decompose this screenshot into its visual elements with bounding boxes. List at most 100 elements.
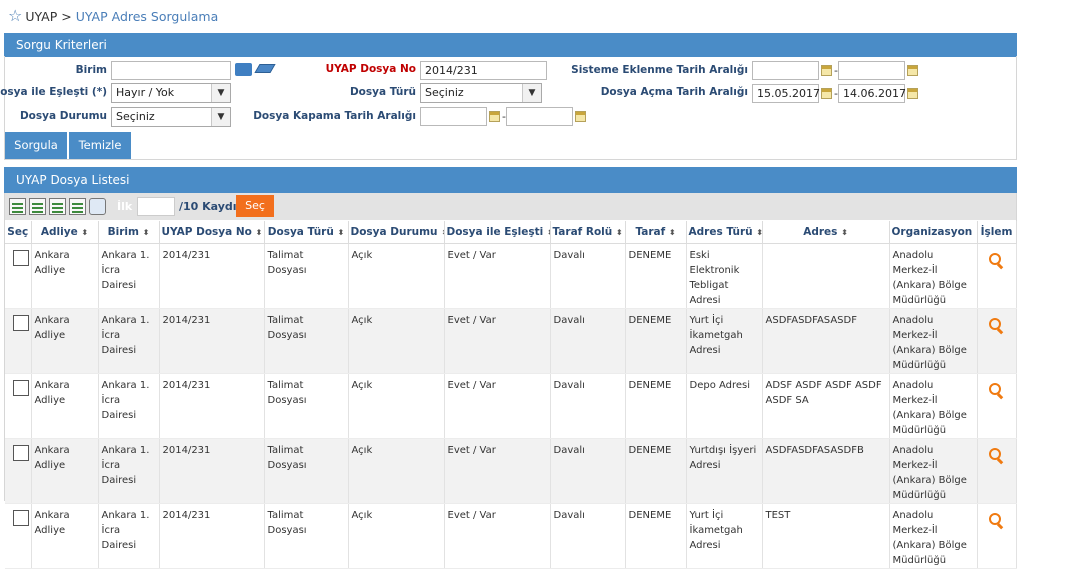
column-header[interactable]: UYAP Dosya No ⬍: [159, 221, 265, 244]
ilk-label: İlk: [117, 200, 133, 213]
dosya-no-input[interactable]: 2014/231: [420, 61, 547, 80]
column-header[interactable]: Adliye ⬍: [31, 221, 99, 244]
cell-tur: Talimat Dosyası: [264, 308, 349, 374]
kapama-tarih-label: Dosya Kapama Tarih Aralığı: [253, 110, 416, 122]
column-header[interactable]: Adres ⬍: [762, 221, 890, 244]
search-icon[interactable]: [988, 383, 1005, 399]
table-row[interactable]: Ankara Adliye Ankara 1. İcra Dairesi 2014/…: [5, 308, 1017, 374]
cell-taraf: DENEME: [625, 308, 687, 374]
eslesti-label: Dosya ile Eşleşti (*): [0, 86, 107, 98]
kapama-tarih-start-input[interactable]: [420, 107, 487, 126]
chevron-down-icon[interactable]: ▼: [211, 84, 230, 102]
sort-icon[interactable]: ⬍: [841, 228, 848, 237]
temizle-button[interactable]: Temizle: [69, 132, 131, 159]
chevron-down-icon[interactable]: ▼: [211, 108, 230, 126]
select-all-icon[interactable]: [9, 198, 26, 215]
sistem-tarih-end-input[interactable]: [838, 61, 905, 80]
kapama-tarih-end-input[interactable]: [506, 107, 573, 126]
column-header[interactable]: Organizasyon ⬍: [889, 221, 978, 244]
sorgula-button[interactable]: Sorgula: [5, 132, 67, 159]
cell-org: Anadolu Merkez-İl (Ankara) Bölge Müdürlü…: [889, 503, 978, 569]
cell-org: Anadolu Merkez-İl (Ankara) Bölge Müdürlü…: [889, 438, 978, 504]
calendar-icon[interactable]: [821, 65, 832, 76]
sort-icon[interactable]: ⬍: [669, 228, 676, 237]
calendar-icon[interactable]: [489, 111, 500, 122]
row-checkbox[interactable]: [13, 445, 29, 461]
cell-taraf: DENEME: [625, 503, 687, 569]
column-header[interactable]: Seç: [5, 221, 32, 244]
search-icon[interactable]: [988, 253, 1005, 269]
column-header-label: UYAP Dosya No: [161, 226, 252, 238]
chevron-down-icon[interactable]: ▼: [522, 84, 541, 102]
dosya-table: Seç Adliye ⬍ Birim ⬍ UYAP Dosya No ⬍ Dosya T…: [5, 221, 1017, 569]
calendar-icon[interactable]: [821, 88, 832, 99]
calendar-icon[interactable]: [907, 88, 918, 99]
cell-birim: Ankara 1. İcra Dairesi: [98, 373, 160, 439]
dosya-turu-label: Dosya Türü: [349, 86, 416, 98]
sec-button[interactable]: Seç: [236, 195, 274, 217]
row-checkbox[interactable]: [13, 250, 29, 266]
eslesti-select[interactable]: Hayır / Yok ▼: [111, 83, 231, 103]
row-checkbox[interactable]: [13, 315, 29, 331]
table-row[interactable]: Ankara Adliye Ankara 1. İcra Dairesi 2014/…: [5, 438, 1017, 504]
dosya-turu-select[interactable]: Seçiniz ▼: [420, 83, 542, 103]
breadcrumb-root[interactable]: UYAP: [25, 9, 57, 24]
deselect-icon[interactable]: [49, 198, 66, 215]
column-header-label: Dosya ile Eşleşti: [446, 226, 544, 238]
search-icon[interactable]: [988, 318, 1005, 334]
durum-select[interactable]: Seçiniz ▼: [111, 107, 231, 127]
invert-selection-icon[interactable]: [69, 198, 86, 215]
cell-adres: ADSF ASDF ASDF ASDF ASDF SA: [762, 373, 890, 439]
cell-dosya-no: 2014/231: [159, 503, 265, 569]
table-header-row: Seç Adliye ⬍ Birim ⬍ UYAP Dosya No ⬍ Dosya T…: [5, 221, 1017, 244]
birim-input[interactable]: [111, 61, 231, 80]
cell-taraf: DENEME: [625, 438, 687, 504]
row-checkbox[interactable]: [13, 380, 29, 396]
search-icon[interactable]: [988, 513, 1005, 529]
calendar-icon[interactable]: [575, 111, 586, 122]
column-header[interactable]: Dosya Durumu ⬍: [348, 221, 445, 244]
breadcrumb-current[interactable]: UYAP Adres Sorgulama: [76, 9, 219, 24]
sort-icon[interactable]: ⬍: [143, 228, 150, 237]
list-icon[interactable]: [235, 63, 252, 76]
cell-rol: Davalı: [550, 308, 626, 374]
action-cell: [977, 503, 1017, 569]
table-row[interactable]: Ankara Adliye Ankara 1. İcra Dairesi 2014/…: [5, 243, 1017, 309]
sort-icon[interactable]: ⬍: [81, 228, 88, 237]
sort-icon[interactable]: ⬍: [756, 228, 761, 237]
cell-tur: Talimat Dosyası: [264, 373, 349, 439]
select-page-icon[interactable]: [29, 198, 46, 215]
eraser-icon[interactable]: [254, 64, 276, 73]
ilk-input[interactable]: [137, 197, 175, 216]
action-cell: [977, 308, 1017, 374]
action-cell: [977, 438, 1017, 504]
calendar-icon[interactable]: [907, 65, 918, 76]
sort-icon[interactable]: ⬍: [338, 228, 345, 237]
column-header[interactable]: Dosya Türü ⬍: [264, 221, 349, 244]
sistem-tarih-start-input[interactable]: [752, 61, 819, 80]
column-header[interactable]: İşlem: [977, 221, 1017, 244]
column-header[interactable]: Taraf ⬍: [625, 221, 687, 244]
cell-birim: Ankara 1. İcra Dairesi: [98, 243, 160, 309]
cell-dosya-no: 2014/231: [159, 438, 265, 504]
column-header[interactable]: Adres Türü ⬍: [686, 221, 763, 244]
sort-icon[interactable]: ⬍: [256, 228, 263, 237]
sort-icon[interactable]: ⬍: [616, 228, 623, 237]
table-row[interactable]: Ankara Adliye Ankara 1. İcra Dairesi 2014/…: [5, 373, 1017, 439]
criteria-panel: Birim UYAP Dosya No 2014/231 Sisteme Ekl…: [0, 56, 1017, 160]
row-checkbox[interactable]: [13, 510, 29, 526]
cell-tur: Talimat Dosyası: [264, 438, 349, 504]
acma-tarih-start-input[interactable]: 15.05.2017: [752, 84, 820, 103]
cell-adres: TEST: [762, 503, 890, 569]
table-row[interactable]: Ankara Adliye Ankara 1. İcra Dairesi 2014/…: [5, 503, 1017, 569]
search-icon[interactable]: [988, 448, 1005, 464]
column-header-label: Taraf: [635, 226, 666, 238]
refresh-icon[interactable]: [89, 198, 106, 215]
acma-tarih-end-input[interactable]: 14.06.2017: [838, 84, 906, 103]
column-header[interactable]: Dosya ile Eşleşti ⬍: [444, 221, 551, 244]
star-icon[interactable]: ☆: [8, 8, 22, 24]
column-header[interactable]: Taraf Rolü ⬍: [550, 221, 626, 244]
column-header[interactable]: Birim ⬍: [98, 221, 160, 244]
cell-rol: Davalı: [550, 373, 626, 439]
cell-taraf: DENEME: [625, 243, 687, 309]
